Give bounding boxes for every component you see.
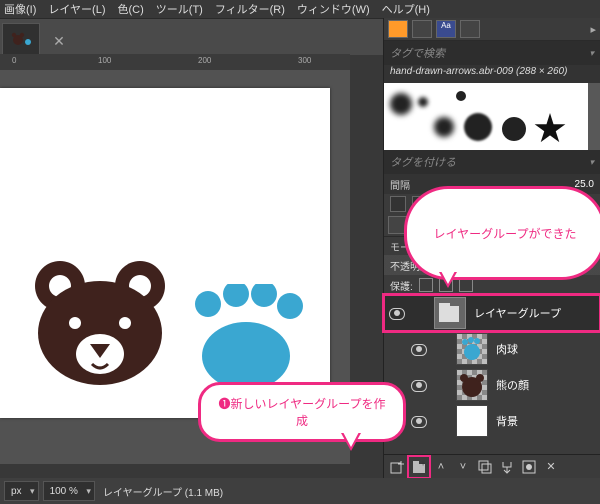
layer-name-label[interactable]: 肉球 [496,341,518,357]
file-tab-thumbnail[interactable] [2,23,40,55]
zoom-select[interactable]: 100 % [43,481,95,501]
layer-down-button[interactable]: ˅ [454,458,472,476]
lock-pixels-icon[interactable] [419,278,433,292]
layer-name-label[interactable]: 熊の顔 [496,377,529,393]
status-text: レイヤーグループ (1.1 MB) [103,484,223,499]
menubar: 画像(I) レイヤー(L) 色(C) ツール(T) フィルター(R) ウィンドウ… [0,0,600,19]
new-layer-group-button[interactable]: + [410,458,428,476]
dock-tab-patterns-icon[interactable] [412,20,432,38]
brush-preview-grid[interactable] [384,83,600,150]
layer-row[interactable]: 肉球 [384,331,600,367]
menu-image[interactable]: 画像(I) [4,1,36,17]
visibility-toggle-icon[interactable] [410,377,426,393]
layer-name-label[interactable]: レイヤーグループ [474,305,561,321]
layer-group-icon [434,297,466,329]
layer-row[interactable]: 熊の顔 [384,367,600,403]
close-image-tab[interactable]: ✕ [44,27,74,55]
menu-help[interactable]: ヘルプ(H) [382,1,430,17]
lock-alpha-icon[interactable] [459,278,473,292]
menu-color[interactable]: 色(C) [118,1,144,17]
dock-tab-row: Aa ▸ [384,18,600,41]
layers-footer-toolbar: + ˄ ˅ ✕ [384,454,600,478]
menu-tool[interactable]: ツール(T) [156,1,203,17]
statusbar: px 100 % レイヤーグループ (1.1 MB) [0,478,600,504]
callout-create-group: ❶新しいレイヤーグループを作成 [198,382,406,442]
visibility-toggle-icon[interactable] [388,305,404,321]
dock-tab-brushes-icon[interactable] [388,20,408,38]
brush-tag-attach[interactable]: タグを付ける▾ [384,150,600,174]
bear-face-artwork [30,258,170,388]
svg-text:+: + [421,461,425,468]
visibility-toggle-icon[interactable] [410,341,426,357]
delete-layer-button[interactable]: ✕ [542,458,560,476]
new-layer-button[interactable] [388,458,406,476]
brush-edit-icon[interactable] [390,196,406,212]
layers-list: レイヤーグループ 肉球 熊の顔 [384,295,600,439]
visibility-toggle-icon[interactable] [410,413,426,429]
ruler-horizontal: 0 100 200 300 [0,54,350,70]
menu-window[interactable]: ウィンドウ(W) [297,1,370,17]
merge-layer-button[interactable] [498,458,516,476]
unit-select[interactable]: px [4,481,39,501]
layer-thumbnail [456,369,488,401]
dock-tab-history-icon[interactable] [460,20,480,38]
menu-layer[interactable]: レイヤー(L) [48,1,105,17]
close-icon: ✕ [53,33,65,50]
canvas[interactable] [0,88,330,418]
brush-name: hand-drawn-arrows.abr-009 (288 × 260) [384,65,600,83]
layer-row-group[interactable]: レイヤーグループ [384,295,600,331]
paw-artwork [186,284,306,394]
brush-tag-search[interactable]: タグで検索▾ [384,41,600,65]
layer-row[interactable]: 背景 [384,403,600,439]
dock-tab-fonts-icon[interactable]: Aa [436,20,456,38]
callout-group-done: レイヤーグループができた [404,186,600,280]
layer-thumbnail [456,333,488,365]
layer-up-button[interactable]: ˄ [432,458,450,476]
layer-name-label[interactable]: 背景 [496,413,518,429]
mask-layer-button[interactable] [520,458,538,476]
menu-filter[interactable]: フィルター(R) [215,1,285,17]
duplicate-layer-button[interactable] [476,458,494,476]
dock-menu-icon[interactable]: ▸ [590,23,596,36]
layer-thumbnail [456,405,488,437]
